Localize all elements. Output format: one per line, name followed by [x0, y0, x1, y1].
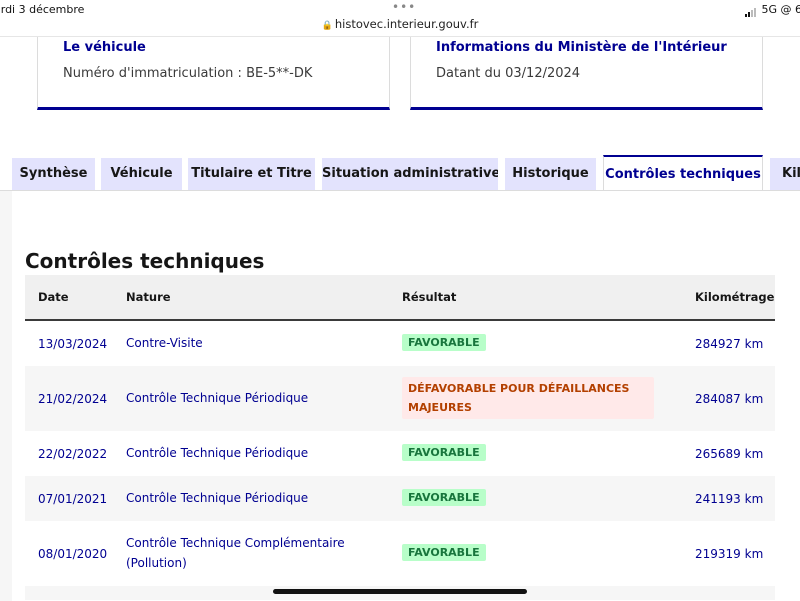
row-result: DÉFAVORABLE POUR DÉFAILLANCES MAJEURES — [402, 377, 654, 419]
row-result: FAVORABLE — [402, 444, 486, 461]
row-nature: Contre-Visite — [126, 334, 366, 354]
result-badge: DÉFAVORABLE POUR DÉFAILLANCES MAJEURES — [402, 377, 654, 419]
row-date: 13/03/2024 — [38, 337, 107, 351]
tab-synthese[interactable]: Synthèse — [12, 158, 95, 190]
table-row: 07/01/2021 Contrôle Technique Périodique… — [25, 476, 775, 521]
table-row: 08/01/2020 Contrôle Technique Complément… — [25, 521, 775, 586]
tab-controles-techniques[interactable]: Contrôles techniques — [603, 155, 763, 191]
result-badge: FAVORABLE — [402, 544, 486, 561]
tab-bar: Synthèse Véhicule Titulaire et Titre Sit… — [0, 155, 800, 191]
row-date: 21/02/2024 — [38, 392, 107, 406]
header-km: Kilométrage — [695, 290, 774, 304]
table-row: 21/02/2024 Contrôle Technique Périodique… — [25, 366, 775, 431]
status-bar: ardi 3 décembre ••• 🔒histovec.interieur.… — [0, 0, 800, 37]
section-title: Contrôles techniques — [25, 249, 264, 273]
status-right: 5G @ 6 — [745, 3, 800, 17]
tab-vehicule[interactable]: Véhicule — [101, 158, 182, 190]
panel-edge — [0, 191, 12, 601]
result-badge: FAVORABLE — [402, 444, 486, 461]
status-date: ardi 3 décembre — [0, 3, 84, 16]
more-options-dots[interactable]: ••• — [392, 0, 416, 14]
row-nature: Contrôle Technique Périodique — [126, 444, 366, 464]
ministry-card-text: Datant du 03/12/2024 — [436, 66, 580, 81]
row-date: 07/01/2021 — [38, 492, 107, 506]
row-result: FAVORABLE — [402, 334, 486, 351]
row-nature: Contrôle Technique Périodique — [126, 489, 366, 509]
row-km: 219319 km — [695, 547, 763, 561]
row-result: FAVORABLE — [402, 489, 486, 506]
tab-kilometrage[interactable]: Kilo — [770, 158, 800, 190]
ministry-card-title: Informations du Ministère de l'Intérieur — [436, 40, 727, 55]
vehicle-card-title: Le véhicule — [63, 40, 146, 55]
row-date: 22/02/2022 — [38, 447, 107, 461]
row-km: 265689 km — [695, 447, 763, 461]
header-nature: Nature — [126, 290, 171, 304]
result-badge: FAVORABLE — [402, 334, 486, 351]
signal-icon — [745, 4, 757, 17]
header-result: Résultat — [402, 290, 456, 304]
row-km: 241193 km — [695, 492, 763, 506]
tab-titulaire[interactable]: Titulaire et Titre — [188, 158, 315, 190]
header-date: Date — [38, 290, 69, 304]
home-indicator — [273, 589, 527, 594]
vehicle-card: Le véhicule Numéro d'immatriculation : B… — [37, 37, 390, 110]
vehicle-card-text: Numéro d'immatriculation : BE-5**-DK — [63, 66, 312, 81]
address-bar[interactable]: 🔒histovec.interieur.gouv.fr — [0, 17, 800, 31]
url-text: histovec.interieur.gouv.fr — [335, 17, 479, 31]
table-header: Date Nature Résultat Kilométrage — [25, 275, 775, 321]
row-km: 284927 km — [695, 337, 763, 351]
row-nature: Contrôle Technique Complémentaire (Pollu… — [126, 534, 366, 573]
table-row: 22/02/2022 Contrôle Technique Périodique… — [25, 431, 775, 476]
tab-situation[interactable]: Situation administrative — [322, 158, 498, 190]
row-nature: Contrôle Technique Périodique — [126, 389, 366, 409]
row-date: 08/01/2020 — [38, 547, 107, 561]
result-badge: FAVORABLE — [402, 489, 486, 506]
lock-icon: 🔒 — [322, 21, 333, 31]
controls-table: Date Nature Résultat Kilométrage 13/03/2… — [25, 275, 775, 600]
tab-historique[interactable]: Historique — [505, 158, 596, 190]
status-extra: @ 6 — [781, 3, 800, 16]
ministry-card: Informations du Ministère de l'Intérieur… — [410, 37, 763, 110]
network-label: 5G — [761, 3, 777, 16]
row-km: 284087 km — [695, 392, 763, 406]
row-result: FAVORABLE — [402, 544, 486, 561]
table-row: 13/03/2024 Contre-Visite FAVORABLE 28492… — [25, 321, 775, 366]
